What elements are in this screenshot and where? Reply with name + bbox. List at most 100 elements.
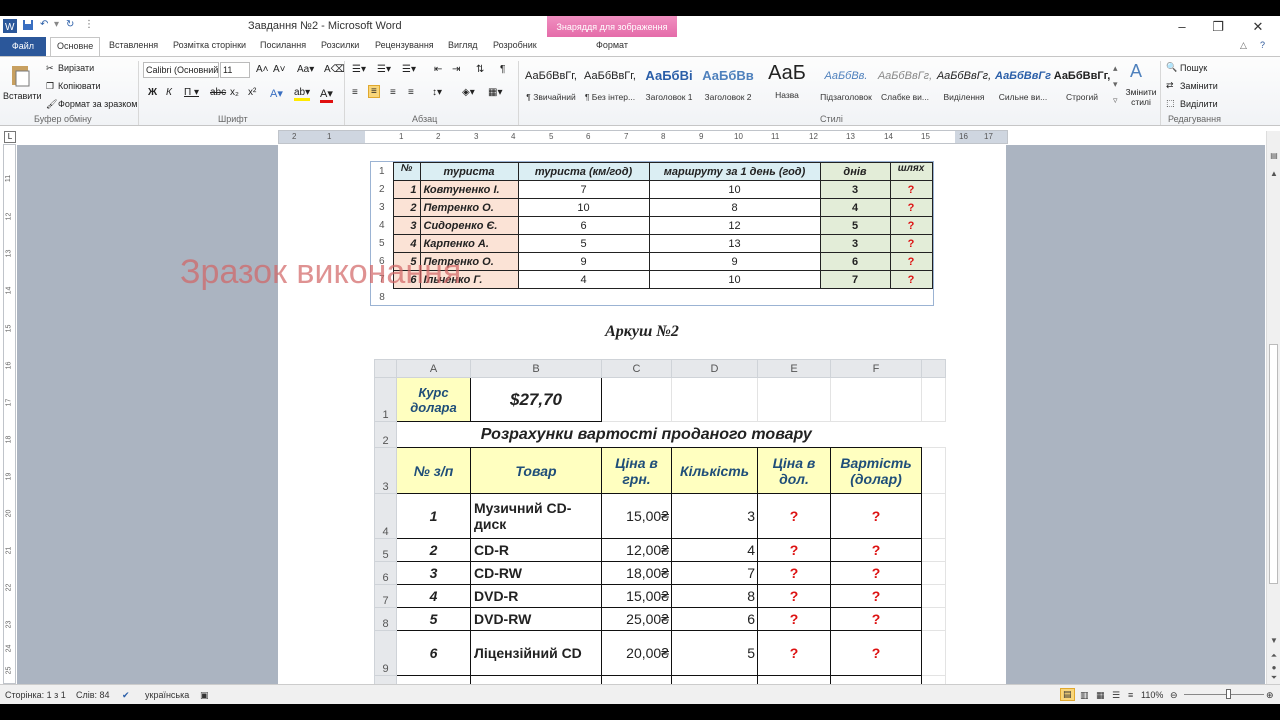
vertical-ruler[interactable]: 11 12 13 14 15 16 17 18 19 20 21 22 23 2… [3, 144, 16, 684]
language[interactable]: українська [145, 690, 189, 700]
tab-developer[interactable]: Розробник [493, 40, 537, 50]
tab-references[interactable]: Посилання [260, 40, 306, 50]
zoom-in-icon[interactable]: ⊕ [1266, 690, 1274, 701]
page-count[interactable]: Сторінка: 1 з 1 [5, 690, 66, 700]
styles-more-icon[interactable]: ▿ [1113, 95, 1118, 106]
horizontal-ruler[interactable]: 2 1 1 2 3 4 5 6 7 8 9 10 11 12 13 14 15 … [278, 130, 1008, 144]
grow-font-icon[interactable]: A˄ [256, 64, 269, 75]
clear-format-icon[interactable]: A⌫ [324, 64, 345, 75]
increase-indent-icon[interactable]: ⇥ [452, 64, 460, 75]
format-painter-button[interactable]: Формат за зразком [58, 99, 138, 109]
align-center-icon[interactable]: ≡ [368, 85, 380, 98]
style-normal[interactable]: АаБбВвГг, ¶ Звичайний [522, 60, 580, 110]
undo-icon[interactable]: ↶ [40, 19, 48, 33]
draft-icon[interactable]: ≡ [1128, 690, 1133, 700]
restore-button[interactable]: ❐ [1206, 19, 1230, 35]
style-intense-emphasis[interactable]: АаБбВвГг Сильне ви... [994, 60, 1052, 110]
style-emphasis[interactable]: АаБбВвГг, Виділення [935, 60, 993, 110]
next-page-icon[interactable]: ⏷ [1269, 673, 1279, 683]
worksheet-2-picture[interactable]: A B C D E F 1 Курс долара $27,70 2 Розра… [374, 359, 946, 684]
zoom-slider[interactable] [1184, 694, 1264, 695]
outline-icon[interactable]: ☰ [1112, 690, 1120, 701]
paste-button[interactable]: Вставити [3, 91, 42, 101]
show-marks-icon[interactable]: ¶ [500, 64, 505, 75]
tab-insert[interactable]: Вставлення [109, 40, 158, 50]
tab-file[interactable]: Файл [0, 37, 46, 56]
text-effects-icon[interactable]: A▾ [270, 87, 283, 100]
font-name-select[interactable]: Calibri (Основний [143, 62, 219, 78]
style-subtitle[interactable]: АаБбВв. Підзаголовок [817, 60, 875, 110]
undo-dropdown-icon[interactable]: ▾ [54, 19, 59, 33]
tab-home[interactable]: Основне [50, 37, 101, 57]
close-button[interactable]: ✕ [1246, 19, 1270, 35]
shading-icon[interactable]: ◈▾ [462, 87, 475, 98]
replace-button[interactable]: Замінити [1180, 81, 1218, 91]
font-size-select[interactable]: 11 [220, 62, 250, 78]
style-heading-1[interactable]: АаБбВі Заголовок 1 [640, 60, 698, 110]
zoom-level[interactable]: 110% [1141, 690, 1163, 700]
tab-mailings[interactable]: Розсилки [321, 40, 359, 50]
print-layout-icon[interactable]: ▤ [1060, 688, 1075, 701]
minimize-button[interactable]: – [1170, 19, 1194, 34]
minimize-ribbon-icon[interactable]: △ [1240, 40, 1247, 51]
tab-review[interactable]: Рецензування [375, 40, 434, 50]
paste-icon[interactable] [10, 63, 32, 87]
word-icon[interactable]: W [3, 19, 17, 33]
scroll-down-icon[interactable]: ▼ [1269, 636, 1279, 645]
scrollbar-thumb[interactable] [1269, 344, 1278, 584]
style-title[interactable]: АаБ Назва [758, 60, 816, 110]
underline-icon[interactable]: П ▾ [184, 87, 199, 98]
word-count[interactable]: Слів: 84 [76, 690, 110, 700]
borders-icon[interactable]: ▦▾ [488, 87, 502, 98]
styles-scroll-down-icon[interactable]: ▾ [1113, 79, 1118, 90]
highlight-icon[interactable]: ab▾ [294, 87, 311, 101]
style-heading-2[interactable]: АаБбВв Заголовок 2 [699, 60, 757, 110]
scroll-up-icon[interactable]: ▲ [1269, 169, 1279, 178]
font-color-icon[interactable]: A▾ [320, 87, 333, 103]
strikethrough-icon[interactable]: abc [210, 87, 226, 98]
bullets-icon[interactable]: ☰▾ [352, 64, 366, 75]
italic-icon[interactable]: К [166, 87, 172, 98]
decrease-indent-icon[interactable]: ⇤ [434, 64, 442, 75]
sort-icon[interactable]: ⇅ [476, 64, 484, 75]
align-left-icon[interactable]: ≡ [352, 87, 358, 98]
style-strong[interactable]: АаБбВвГг, Строгий [1053, 60, 1111, 110]
redo-icon[interactable]: ↻ [66, 19, 74, 33]
change-case-icon[interactable]: Aa▾ [297, 64, 314, 75]
shrink-font-icon[interactable]: A˅ [273, 64, 286, 75]
macro-icon[interactable]: ▣ [200, 690, 209, 701]
change-styles-button[interactable]: Змінити стилі [1124, 87, 1158, 107]
change-styles-icon[interactable]: A [1130, 61, 1142, 82]
zoom-out-icon[interactable]: ⊖ [1170, 690, 1178, 701]
justify-icon[interactable]: ≡ [408, 87, 414, 98]
copy-button[interactable]: Копіювати [58, 81, 101, 91]
browse-object-icon[interactable]: ● [1269, 663, 1279, 672]
cut-button[interactable]: Вирізати [58, 63, 94, 73]
tab-format[interactable]: Формат [596, 40, 628, 50]
styles-scroll-up-icon[interactable]: ▴ [1113, 63, 1118, 74]
proofing-icon[interactable]: ✔ [122, 690, 130, 701]
style-no-spacing[interactable]: АаБбВвГг, ¶ Без інтер... [581, 60, 639, 110]
customize-qat-icon[interactable]: ⋮ [84, 19, 94, 33]
find-button[interactable]: Пошук [1180, 63, 1207, 73]
line-spacing-icon[interactable]: ↕▾ [432, 87, 442, 98]
numbering-icon[interactable]: ☰▾ [377, 64, 391, 75]
select-button[interactable]: Виділити [1180, 99, 1218, 109]
vertical-scrollbar[interactable]: ▤ ▲ ▼ ⏶ ● ⏷ [1266, 131, 1280, 684]
save-icon[interactable] [22, 19, 34, 33]
bold-icon[interactable]: Ж [148, 87, 157, 98]
tab-page-layout[interactable]: Розмітка сторінки [173, 40, 246, 50]
zoom-slider-thumb[interactable] [1226, 689, 1231, 699]
previous-page-icon[interactable]: ⏶ [1269, 651, 1279, 661]
document-page[interactable]: 1 № туриста туриста (км/год) маршруту за… [180, 145, 1006, 684]
web-layout-icon[interactable]: ▦ [1096, 690, 1105, 701]
align-right-icon[interactable]: ≡ [390, 87, 396, 98]
multilevel-list-icon[interactable]: ☰▾ [402, 64, 416, 75]
superscript-icon[interactable]: x² [248, 87, 256, 98]
tab-view[interactable]: Вигляд [448, 40, 478, 50]
subscript-icon[interactable]: x₂ [230, 87, 239, 98]
style-subtle-emphasis[interactable]: АаБбВвГг, Слабке ви... [876, 60, 934, 110]
ruler-toggle-icon[interactable]: ▤ [1269, 151, 1279, 160]
help-icon[interactable]: ? [1260, 40, 1265, 50]
full-screen-reading-icon[interactable]: ▥ [1080, 690, 1089, 701]
